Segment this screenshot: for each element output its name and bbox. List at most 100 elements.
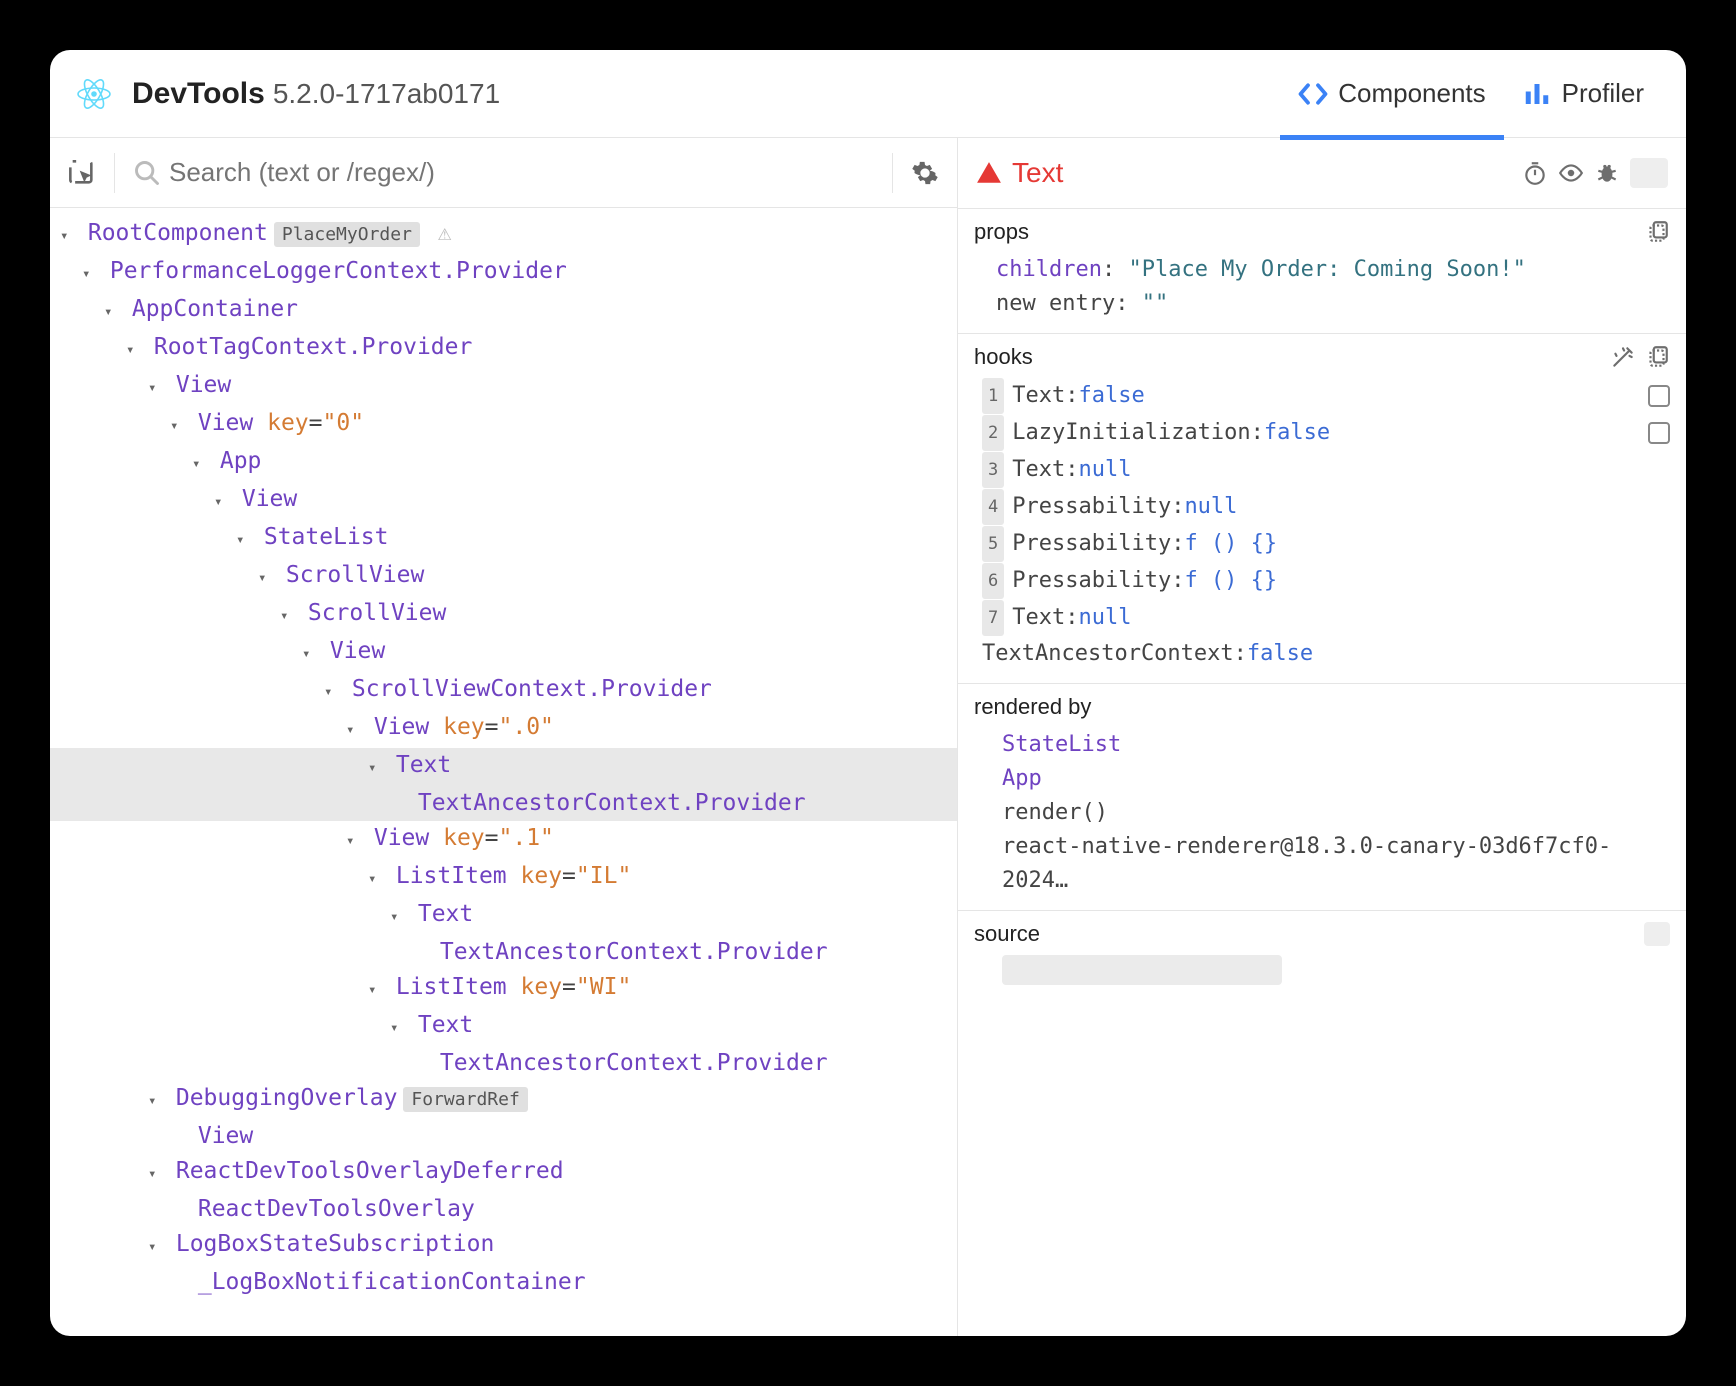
tree-row[interactable]: Text xyxy=(50,748,957,786)
expand-arrow-icon[interactable] xyxy=(346,821,360,859)
props-title: props xyxy=(974,219,1029,245)
rendered-by-row[interactable]: StateList xyxy=(1002,728,1670,762)
gear-icon[interactable] xyxy=(911,159,939,187)
hook-checkbox[interactable] xyxy=(1648,422,1670,444)
hook-row[interactable]: 3Text: null xyxy=(982,452,1670,488)
tree-row[interactable]: StateList xyxy=(50,520,957,558)
expand-arrow-icon[interactable] xyxy=(390,1008,404,1046)
tree-row[interactable]: AppContainer xyxy=(50,292,957,330)
tree-row[interactable]: View xyxy=(50,634,957,672)
left-pane: RootComponentPlaceMyOrder ⚠ PerformanceL… xyxy=(50,138,958,1336)
tree-row[interactable]: RootTagContext.Provider xyxy=(50,330,957,368)
component-name: ListItem xyxy=(396,974,507,1000)
tree-row[interactable]: ListItem key="IL" xyxy=(50,859,957,897)
expand-arrow-icon[interactable] xyxy=(192,444,206,482)
component-name: View xyxy=(242,486,297,512)
component-name: Text xyxy=(396,752,451,778)
expand-arrow-icon[interactable] xyxy=(258,558,272,596)
expand-arrow-icon[interactable] xyxy=(214,482,228,520)
component-name: TextAncestorContext.Provider xyxy=(418,790,806,816)
tree-row[interactable]: View key="0" xyxy=(50,406,957,444)
eye-icon[interactable] xyxy=(1558,160,1584,186)
component-name: StateList xyxy=(264,524,389,550)
expand-arrow-icon[interactable] xyxy=(126,330,140,368)
tree-row[interactable]: TextAncestorContext.Provider xyxy=(50,1046,957,1081)
prop-row[interactable]: children: "Place My Order: Coming Soon!" xyxy=(996,253,1670,287)
expand-arrow-icon[interactable] xyxy=(82,254,96,292)
expand-arrow-icon[interactable] xyxy=(60,216,74,254)
expand-arrow-icon[interactable] xyxy=(280,596,294,634)
expand-arrow-icon[interactable] xyxy=(368,859,382,897)
expand-arrow-icon[interactable] xyxy=(390,897,404,935)
hook-row[interactable]: 7Text: null xyxy=(982,600,1670,636)
hook-number: 5 xyxy=(982,526,1004,562)
tree-row[interactable]: View key=".0" xyxy=(50,710,957,748)
component-name: ScrollViewContext.Provider xyxy=(352,676,712,702)
hook-row[interactable]: 2LazyInitialization: false xyxy=(982,415,1670,451)
tree-row[interactable]: ReactDevToolsOverlayDeferred xyxy=(50,1154,957,1192)
tree-row[interactable]: ListItem key="WI" xyxy=(50,970,957,1008)
hook-row[interactable]: 1Text: false xyxy=(982,378,1670,414)
tree-row[interactable]: LogBoxStateSubscription xyxy=(50,1227,957,1265)
tab-components-label: Components xyxy=(1338,78,1485,109)
tree-row[interactable]: TextAncestorContext.Provider xyxy=(50,935,957,970)
react-logo-icon xyxy=(74,74,114,114)
expand-arrow-icon[interactable] xyxy=(148,1154,162,1192)
component-badge: ForwardRef xyxy=(403,1087,527,1112)
expand-arrow-icon[interactable] xyxy=(148,368,162,406)
tree-row[interactable]: TextAncestorContext.Provider xyxy=(50,786,957,821)
component-name: LogBoxStateSubscription xyxy=(176,1231,495,1257)
source-section: source xyxy=(958,910,1686,997)
tree-row[interactable]: View xyxy=(50,368,957,406)
bug-icon[interactable] xyxy=(1594,160,1620,186)
tree-row[interactable]: Text xyxy=(50,1008,957,1046)
expand-arrow-icon[interactable] xyxy=(302,634,316,672)
tree-row[interactable]: ScrollView xyxy=(50,596,957,634)
hook-checkbox[interactable] xyxy=(1648,385,1670,407)
prop-row[interactable]: new entry: "" xyxy=(996,287,1670,321)
suspend-icon[interactable] xyxy=(1522,160,1548,186)
tree-row[interactable]: DebuggingOverlayForwardRef xyxy=(50,1081,957,1119)
tree-row[interactable]: RootComponentPlaceMyOrder ⚠ xyxy=(50,216,957,254)
expand-arrow-icon[interactable] xyxy=(324,672,338,710)
component-name: App xyxy=(220,448,262,474)
component-name: View xyxy=(198,410,253,436)
hook-row[interactable]: 6Pressability: f () {} xyxy=(982,563,1670,599)
tree-row[interactable]: Text xyxy=(50,897,957,935)
wand-icon[interactable] xyxy=(1610,344,1636,370)
tab-profiler-label: Profiler xyxy=(1562,78,1644,109)
tree-row[interactable]: App xyxy=(50,444,957,482)
expand-arrow-icon[interactable] xyxy=(104,292,118,330)
inspect-element-icon[interactable] xyxy=(68,159,96,187)
selected-component-name: Text xyxy=(1012,157,1512,189)
expand-arrow-icon[interactable] xyxy=(148,1081,162,1119)
expand-arrow-icon[interactable] xyxy=(368,970,382,1008)
expand-arrow-icon[interactable] xyxy=(148,1227,162,1265)
component-tree[interactable]: RootComponentPlaceMyOrder ⚠ PerformanceL… xyxy=(50,208,957,1300)
copy-icon[interactable] xyxy=(1644,344,1670,370)
components-icon xyxy=(1298,79,1328,109)
tree-row[interactable]: ScrollViewContext.Provider xyxy=(50,672,957,710)
component-name: View xyxy=(374,825,429,851)
expand-arrow-icon[interactable] xyxy=(236,520,250,558)
tree-row[interactable]: View xyxy=(50,482,957,520)
rendered-by-row[interactable]: App xyxy=(1002,762,1670,796)
component-name: DebuggingOverlay xyxy=(176,1085,398,1111)
expand-arrow-icon[interactable] xyxy=(170,406,184,444)
tab-components[interactable]: Components xyxy=(1280,68,1503,119)
tree-row[interactable]: ReactDevToolsOverlay xyxy=(50,1192,957,1227)
hook-row[interactable]: 4Pressability: null xyxy=(982,489,1670,525)
tree-row[interactable]: PerformanceLoggerContext.Provider xyxy=(50,254,957,292)
search-input[interactable] xyxy=(169,157,874,188)
tab-profiler[interactable]: Profiler xyxy=(1504,68,1662,119)
tree-row[interactable]: _LogBoxNotificationContainer xyxy=(50,1265,957,1300)
expand-arrow-icon[interactable] xyxy=(346,710,360,748)
expand-arrow-icon[interactable] xyxy=(368,748,382,786)
component-name: ScrollView xyxy=(308,600,446,626)
tree-row[interactable]: View xyxy=(50,1119,957,1154)
copy-icon[interactable] xyxy=(1644,219,1670,245)
tree-row[interactable]: ScrollView xyxy=(50,558,957,596)
component-name: TextAncestorContext.Provider xyxy=(440,939,828,965)
tree-row[interactable]: View key=".1" xyxy=(50,821,957,859)
hook-row[interactable]: 5Pressability: f () {} xyxy=(982,526,1670,562)
